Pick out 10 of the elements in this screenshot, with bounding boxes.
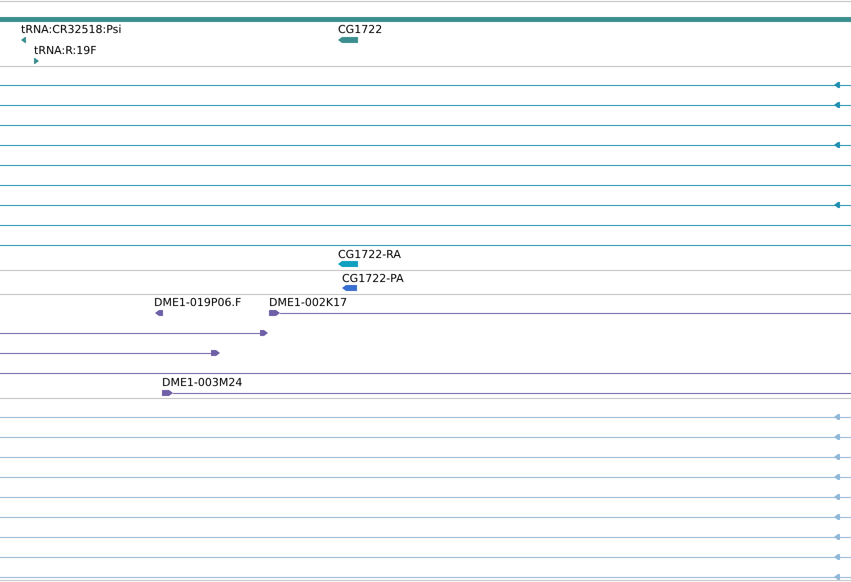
feature-label[interactable]: CG1722-RA: [338, 248, 401, 261]
clone-feature: [211, 350, 220, 356]
feature-label[interactable]: DME1-002K17: [269, 296, 348, 309]
clone-feature: [260, 330, 268, 336]
feature-label[interactable]: DME1-019P06.F: [154, 296, 242, 309]
feature-label[interactable]: tRNA:CR32518:Psi: [21, 23, 122, 36]
feature-label[interactable]: CG1722: [338, 23, 382, 36]
feature-label[interactable]: CG1722-PA: [342, 272, 404, 285]
feature-label[interactable]: tRNA:R:19F: [34, 44, 97, 57]
feature-label[interactable]: DME1-003M24: [162, 376, 242, 389]
